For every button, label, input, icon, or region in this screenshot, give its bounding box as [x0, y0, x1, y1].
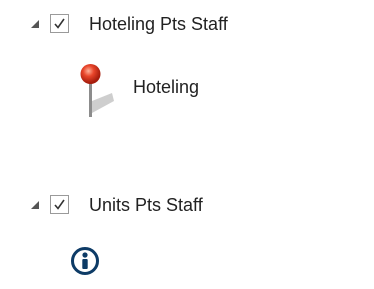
- layer-visibility-checkbox[interactable]: [50, 14, 69, 33]
- legend-symbol-label: Hoteling: [133, 77, 200, 97]
- layer-visibility-checkbox[interactable]: [50, 195, 69, 214]
- expand-triangle-icon[interactable]: [30, 19, 40, 29]
- map-pin-icon: [76, 63, 116, 121]
- info-icon: [70, 246, 100, 276]
- layer-name[interactable]: Hoteling Pts Staff: [89, 13, 228, 35]
- layer-row-hoteling-pts-staff: Hoteling Pts Staff: [0, 10, 374, 38]
- expand-triangle-icon[interactable]: [30, 200, 40, 210]
- legend-symbol-row: Hoteling: [0, 65, 374, 105]
- layer-name[interactable]: Units Pts Staff: [89, 194, 203, 216]
- layer-row-units-pts-staff: Units Pts Staff: [0, 191, 374, 219]
